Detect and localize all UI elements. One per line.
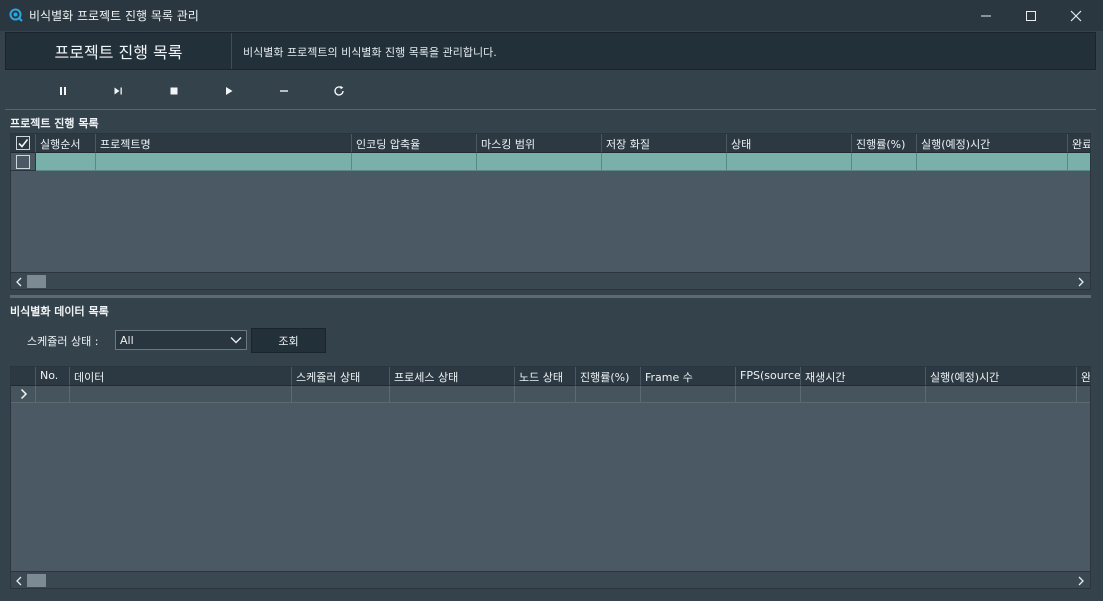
header-panel: 프로젝트 진행 목록 비식별화 프로젝트의 비식별화 진행 목록을 관리합니다. [5, 32, 1096, 70]
step-forward-button[interactable] [109, 82, 127, 100]
scroll-left-button[interactable] [11, 273, 27, 289]
splitter[interactable] [10, 295, 1091, 298]
column-header-status[interactable]: 상태 [727, 134, 852, 153]
scrollbar-thumb[interactable] [27, 574, 46, 587]
horizontal-scrollbar[interactable] [11, 272, 1090, 289]
table-cell[interactable] [852, 153, 917, 171]
step-forward-icon [114, 87, 122, 95]
scroll-right-button[interactable] [1073, 572, 1089, 588]
column-header-order[interactable]: 실행순서 [36, 134, 96, 153]
column-header-no[interactable]: No. [36, 367, 70, 386]
column-header-save-quality[interactable]: 저장 화질 [602, 134, 727, 153]
scheduler-status-label: 스케쥴러 상태 : [27, 335, 99, 348]
table-cell[interactable] [292, 386, 390, 403]
play-icon [226, 87, 233, 95]
table-cell[interactable] [1068, 153, 1090, 171]
column-header-data[interactable]: 데이터 [70, 367, 292, 386]
query-button[interactable]: 조회 [251, 328, 326, 353]
table-cell[interactable] [917, 153, 1068, 171]
stop-icon [170, 87, 178, 95]
table-cell[interactable] [1077, 386, 1090, 403]
column-header-scheduler-status[interactable]: 스케쥴러 상태 [292, 367, 390, 386]
minimize-button[interactable] [963, 0, 1009, 31]
column-header-fps[interactable]: FPS(source) [736, 367, 801, 386]
row-checkbox[interactable] [16, 155, 30, 169]
current-row-arrow-icon [20, 388, 28, 400]
column-header-progress[interactable]: 진행률(%) [852, 134, 917, 153]
column-header-process-status[interactable]: 프로세스 상태 [390, 367, 515, 386]
scroll-right-button[interactable] [1073, 273, 1089, 289]
table-cell[interactable] [576, 386, 641, 403]
remove-button[interactable] [275, 82, 293, 100]
table-cell[interactable] [352, 153, 477, 171]
column-header-masking-range[interactable]: 마스킹 범위 [477, 134, 602, 153]
horizontal-scrollbar[interactable] [11, 571, 1090, 588]
column-header-run-time[interactable]: 실행(예정)시간 [917, 134, 1068, 153]
stop-button[interactable] [165, 82, 183, 100]
table-cell[interactable] [36, 386, 70, 403]
window-title: 비식별화 프로젝트 진행 목록 관리 [29, 9, 199, 23]
column-header-play-time[interactable]: 재생시간 [801, 367, 926, 386]
table-cell[interactable] [390, 386, 515, 403]
chevron-left-icon [16, 576, 22, 585]
chevron-right-icon [1078, 576, 1084, 585]
close-button[interactable] [1053, 0, 1099, 31]
play-button[interactable] [220, 82, 238, 100]
pause-icon [60, 87, 66, 95]
maximize-button[interactable] [1008, 0, 1054, 31]
check-icon [18, 139, 29, 148]
minimize-icon [981, 15, 991, 16]
column-header-complete[interactable]: 완료 [1068, 134, 1090, 153]
header-select-all-cell [11, 134, 36, 153]
column-header-frame-count[interactable]: Frame 수 [641, 367, 736, 386]
table-cell[interactable] [515, 386, 576, 403]
table-cell[interactable] [641, 386, 736, 403]
header-row-indicator [11, 367, 36, 386]
refresh-icon [334, 85, 344, 96]
row-checkbox-cell [11, 153, 36, 171]
data-grid: No. 데이터 스케쥴러 상태 프로세스 상태 노드 상태 진행률(%) Fra… [10, 366, 1091, 589]
project-grid: 실행순서 프로젝트명 인코딩 압축율 마스킹 범위 저장 화질 상태 진행률(%… [10, 133, 1091, 290]
page-description: 비식별화 프로젝트의 비식별화 진행 목록을 관리합니다. [243, 46, 497, 59]
app-logo-icon [9, 8, 23, 22]
column-header-node-status[interactable]: 노드 상태 [515, 367, 576, 386]
scrollbar-thumb[interactable] [27, 275, 46, 288]
chevron-down-icon [230, 337, 242, 344]
maximize-icon [1026, 10, 1036, 21]
page-title: 프로젝트 진행 목록 [6, 33, 232, 69]
table-cell[interactable] [727, 153, 852, 171]
table-cell[interactable] [96, 153, 352, 171]
table-cell[interactable] [477, 153, 602, 171]
table-cell[interactable] [70, 386, 292, 403]
select-all-checkbox[interactable] [16, 136, 30, 150]
column-header-run-time[interactable]: 실행(예정)시간 [926, 367, 1077, 386]
scroll-left-button[interactable] [11, 572, 27, 588]
chevron-right-icon [1078, 277, 1084, 286]
refresh-button[interactable] [330, 82, 348, 100]
table-cell[interactable] [801, 386, 926, 403]
data-list-label: 비식별화 데이터 목록 [10, 305, 109, 318]
pause-button[interactable] [54, 82, 72, 100]
minus-icon [280, 90, 288, 92]
table-cell[interactable] [602, 153, 727, 171]
scheduler-status-value: All [120, 334, 134, 347]
table-cell[interactable] [736, 386, 801, 403]
column-header-encoding-rate[interactable]: 인코딩 압축율 [352, 134, 477, 153]
row-indicator[interactable] [11, 386, 36, 403]
column-header-progress[interactable]: 진행률(%) [576, 367, 641, 386]
table-cell[interactable] [36, 153, 96, 171]
project-list-label: 프로젝트 진행 목록 [10, 117, 99, 130]
close-icon [1070, 10, 1082, 21]
table-cell[interactable] [926, 386, 1077, 403]
scheduler-status-select[interactable]: All [115, 330, 247, 350]
toolbar-separator [5, 109, 1096, 110]
column-header-project-name[interactable]: 프로젝트명 [96, 134, 352, 153]
column-header-complete[interactable]: 완 [1077, 367, 1090, 386]
chevron-left-icon [16, 277, 22, 286]
